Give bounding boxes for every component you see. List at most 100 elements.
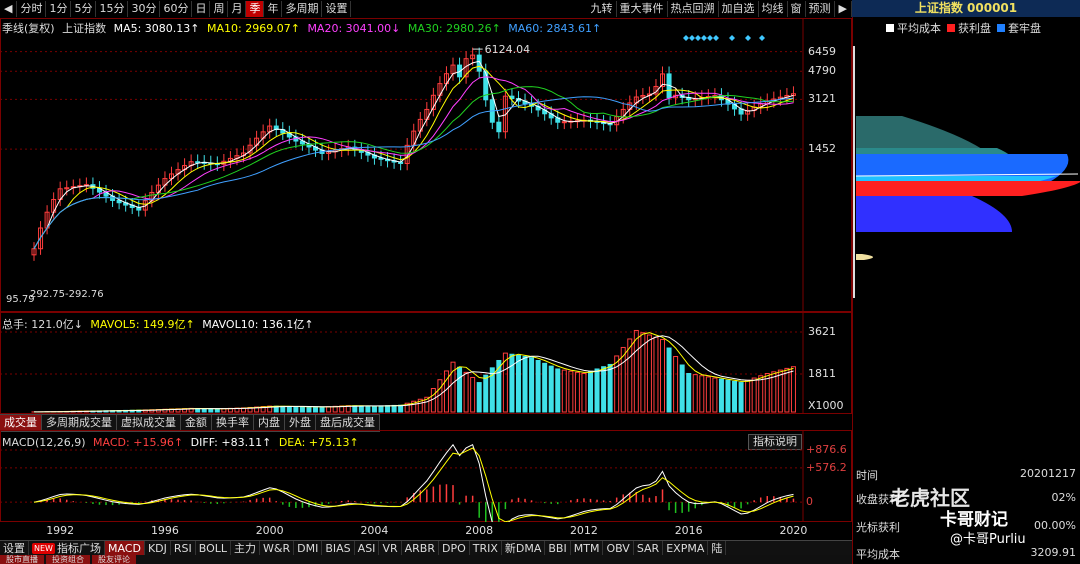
toolbar-right-item-0[interactable]: 九转 (588, 1, 617, 17)
toolbar-right-item-3[interactable]: 加自选 (719, 1, 759, 17)
toolbar-right-item-6[interactable]: 预测 (806, 1, 835, 17)
volume-bar (280, 405, 286, 413)
period-tabs: 分时 1分 5分 15分 30分 60分日周月季年多周期 设置 (17, 1, 352, 17)
volume-tick-label: 3621 (808, 325, 836, 338)
ma-line-3 (33, 86, 794, 249)
indicator-tab-15[interactable]: BBI (545, 541, 571, 556)
indicator-tab-12[interactable]: DPO (439, 541, 470, 556)
event-marker-icon[interactable] (713, 35, 719, 41)
indicator-tab-16[interactable]: MTM (571, 541, 604, 556)
indicator-tab-5[interactable]: 主力 (231, 541, 261, 556)
chip-profit-band-blue (856, 196, 1012, 232)
bottom-tab-0[interactable]: 股市直播 (0, 555, 44, 564)
indicator-tab-19[interactable]: EXPMA (663, 541, 709, 556)
side-row-value: 3209.91 (1030, 546, 1077, 559)
toolbar-right-item-5[interactable]: 窗 (788, 1, 806, 17)
bottom-tab-1[interactable]: 投资组合 (46, 555, 90, 564)
indicator-tab-6[interactable]: W&R (260, 541, 295, 556)
toolbar-right-item-1[interactable]: 重大事件 (617, 1, 668, 17)
period-tab-9[interactable]: 季 (246, 1, 265, 17)
event-marker-icon[interactable] (689, 35, 695, 41)
period-tab-1[interactable]: 1分 (46, 1, 72, 17)
period-tab-7[interactable]: 周 (210, 1, 229, 17)
macd-chart[interactable] (0, 430, 852, 522)
period-tab-2[interactable]: 5分 (71, 1, 97, 17)
macd-tick-label: +576.2 (806, 460, 847, 474)
chip-distribution-chart[interactable] (852, 36, 1080, 302)
period-tab-6[interactable]: 日 (192, 1, 211, 17)
volume-bar (777, 369, 783, 413)
volume-bar (758, 375, 764, 413)
indicator-tab-18[interactable]: SAR (634, 541, 664, 556)
settings-button[interactable]: 设置 (0, 541, 29, 556)
volume-bar (430, 388, 436, 413)
volume-chart[interactable] (0, 312, 852, 414)
period-toolbar: ◀ 分时 1分 5分 15分 30分 60分日周月季年多周期 设置 九转 重大事件 热点回溯 加自… (0, 0, 852, 19)
year-tick-label: 2016 (674, 524, 703, 537)
side-row-3: 平均成本 3209.91 (856, 546, 1078, 562)
event-marker-icon[interactable] (683, 35, 689, 41)
period-tab-0[interactable]: 分时 (17, 1, 47, 17)
volume-bar (358, 405, 364, 413)
indicator-tab-13[interactable]: TRIX (470, 541, 502, 556)
volume-tabs: 成交量 多周期成交量 虚拟成交量 金额 换手率 内盘 外盘 盘后成交量 (0, 414, 380, 432)
volume-bar (385, 405, 391, 413)
event-marker-icon[interactable] (701, 35, 707, 41)
volume-bar (594, 368, 600, 413)
indicator-tab-2[interactable]: KDJ (145, 541, 171, 556)
indicator-tab-4[interactable]: BOLL (196, 541, 232, 556)
candle-body (496, 121, 502, 133)
volume-bar (790, 366, 796, 413)
volume-bar (568, 370, 574, 413)
indicator-tab-7[interactable]: DMI (294, 541, 323, 556)
indicator-tab-1[interactable]: MACD (104, 541, 145, 556)
toolbar-right-item-4[interactable]: 均线 (759, 1, 788, 17)
back-arrow-icon[interactable]: ◀ (0, 1, 18, 17)
indicator-tab-11[interactable]: ARBR (402, 541, 439, 556)
event-marker-icon[interactable] (759, 35, 765, 41)
event-marker-icon[interactable] (729, 35, 735, 41)
high-price-label: 6124.04 (485, 43, 530, 56)
indicator-tab-20[interactable]: 陆 (708, 541, 727, 556)
candlestick-chart[interactable]: 6124.0495.79292.75-292.76 (0, 18, 852, 312)
indicator-tab-8[interactable]: BIAS (322, 541, 355, 556)
volume-bar (653, 336, 659, 413)
side-row-0: 时间 20201217 (856, 467, 1078, 483)
volume-bar (705, 376, 711, 413)
event-marker-icon[interactable] (695, 35, 701, 41)
period-tab-12[interactable]: 设置 (322, 1, 352, 17)
volume-bar (666, 347, 672, 413)
volume-bar (548, 365, 554, 413)
period-tab-5[interactable]: 60分 (160, 1, 193, 17)
forward-arrow-icon[interactable]: ▶ (835, 1, 852, 17)
volume-bar (470, 376, 476, 413)
indicator-square-button[interactable]: NEW 指标广场 (29, 541, 105, 556)
indicator-tab-17[interactable]: OBV (603, 541, 634, 556)
ma-line-4 (33, 96, 794, 249)
event-marker-icon[interactable] (745, 35, 751, 41)
volume-bar (515, 354, 521, 413)
volume-bar (561, 369, 567, 413)
bottom-tabs: 股市直播 投资组合 股友评论 (0, 555, 852, 564)
indicator-tab-14[interactable]: 新DMA (502, 541, 546, 556)
indicator-tab-10[interactable]: VR (379, 541, 402, 556)
volume-bar (686, 373, 692, 413)
diff-line (33, 443, 794, 522)
volume-bar (522, 356, 528, 413)
legend-swatch-1 (947, 24, 955, 32)
period-tab-8[interactable]: 月 (228, 1, 247, 17)
volume-bar (607, 363, 613, 413)
volume-bar (535, 359, 541, 413)
indicator-tab-9[interactable]: ASI (355, 541, 380, 556)
indicator-square-label: 指标广场 (56, 542, 101, 555)
volume-bar (784, 367, 790, 413)
event-marker-icon[interactable] (707, 35, 713, 41)
period-tab-3[interactable]: 15分 (96, 1, 129, 17)
period-tab-10[interactable]: 年 (264, 1, 283, 17)
period-tab-4[interactable]: 30分 (128, 1, 161, 17)
bottom-tab-2[interactable]: 股友评论 (92, 555, 136, 564)
toolbar-right-item-2[interactable]: 热点回溯 (668, 1, 719, 17)
macd-tick-label: +876.6 (806, 443, 847, 456)
indicator-tab-3[interactable]: RSI (171, 541, 196, 556)
period-tab-11[interactable]: 多周期 (282, 1, 323, 17)
